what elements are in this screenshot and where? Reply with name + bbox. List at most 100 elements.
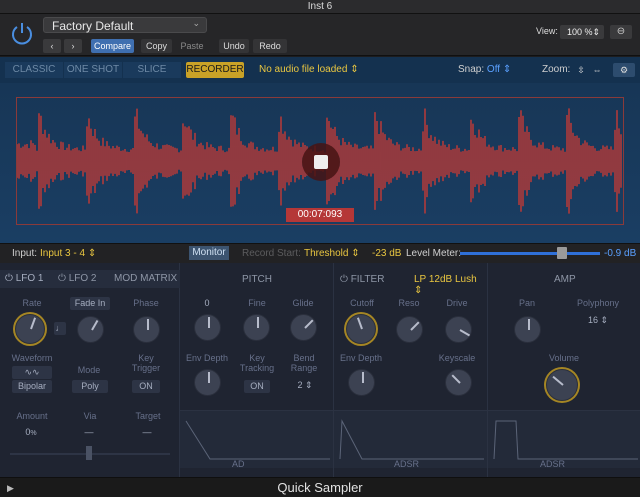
- bend-range-field[interactable]: 2 ⇕: [292, 380, 318, 391]
- level-meter-handle[interactable]: [557, 247, 567, 259]
- note-sync-icon[interactable]: ♩: [54, 322, 66, 335]
- key-trigger-label: Key Trigger: [131, 353, 161, 373]
- fine-label: Fine: [248, 298, 266, 308]
- prev-preset-button[interactable]: ‹: [43, 39, 61, 53]
- chevron-updown-icon: ⇕: [304, 380, 313, 390]
- chevron-right-icon: ›: [71, 41, 75, 51]
- bend-range-label: Bend Range: [290, 353, 318, 373]
- waveform-shape-select[interactable]: ∿∿: [12, 366, 52, 379]
- input-select[interactable]: Input 3 - 4 ⇕: [40, 248, 96, 259]
- filter-env-depth-label: Env Depth: [339, 353, 383, 363]
- zoom-vertical-icon[interactable]: ⇳: [575, 64, 587, 76]
- reso-knob[interactable]: [396, 316, 423, 343]
- mode-bar: CLASSIC ONE SHOT SLICE RECORDER No audio…: [0, 57, 640, 83]
- fine-knob[interactable]: [243, 314, 270, 341]
- next-preset-button[interactable]: ›: [64, 39, 82, 53]
- stop-record-button[interactable]: [302, 143, 340, 181]
- chevron-left-icon: ‹: [50, 41, 54, 51]
- amp-env-name: ADSR: [540, 459, 566, 469]
- pitch-env-depth-label: Env Depth: [185, 353, 229, 363]
- volume-label: Volume: [548, 353, 580, 363]
- tab-lfo-2[interactable]: ⏻ LFO 2: [58, 273, 97, 284]
- volume-knob[interactable]: [546, 369, 578, 401]
- window-title: Inst 6: [307, 1, 333, 12]
- preset-menu[interactable]: Factory Default ⌄: [43, 17, 207, 33]
- amp-envelope[interactable]: ADSR: [488, 410, 640, 469]
- view-zoom-value: 100 %: [567, 27, 593, 37]
- pitch-env-depth-knob[interactable]: [194, 369, 221, 396]
- rate-knob[interactable]: [15, 314, 45, 344]
- drive-knob[interactable]: [445, 316, 472, 343]
- via-select[interactable]: —: [74, 427, 104, 437]
- glide-knob[interactable]: [290, 314, 317, 341]
- audio-file-menu[interactable]: No audio file loaded ⇕: [259, 64, 359, 75]
- mode-recorder-button[interactable]: RECORDER: [186, 62, 244, 78]
- polyphony-value: 16: [587, 315, 598, 325]
- compare-button[interactable]: Compare: [91, 39, 134, 53]
- keyscale-knob[interactable]: [445, 369, 472, 396]
- preset-name: Factory Default: [52, 19, 134, 33]
- chevron-updown-icon: ⇕: [414, 285, 423, 296]
- glide-label: Glide: [292, 298, 314, 308]
- power-icon[interactable]: [9, 20, 35, 46]
- input-label: Input:: [12, 248, 38, 259]
- filter-envelope[interactable]: ADSR: [334, 410, 487, 469]
- tab-lfo-1-label: LFO 1: [15, 273, 44, 284]
- pan-knob[interactable]: [514, 316, 541, 343]
- filter-type-value: LP 12dB Lush: [414, 274, 477, 285]
- target-label: Target: [135, 411, 161, 421]
- link-icon[interactable]: ⊖: [610, 25, 632, 39]
- gear-icon[interactable]: ⚙: [613, 63, 635, 77]
- snap-label: Snap:: [458, 64, 485, 75]
- polyphony-field[interactable]: 16 ⇕: [584, 315, 612, 326]
- tab-lfo-2-label: LFO 2: [68, 273, 97, 284]
- stop-icon: [314, 155, 328, 169]
- mode-one-shot-button[interactable]: ONE SHOT: [64, 62, 122, 78]
- fade-in-knob[interactable]: [77, 316, 104, 343]
- reso-label: Reso: [398, 298, 420, 308]
- coarse-knob[interactable]: [194, 314, 221, 341]
- pitch-envelope[interactable]: AD: [180, 410, 333, 469]
- phase-knob[interactable]: [133, 316, 160, 343]
- lfo-panel: ⏻ LFO 1 ⏻ LFO 2 MOD MATRIX Rate Fade In …: [0, 263, 180, 478]
- chevron-updown-icon: ⇕: [502, 64, 512, 75]
- status-bar: ▶ Quick Sampler: [0, 477, 640, 497]
- threshold-db[interactable]: -23 dB: [372, 248, 401, 259]
- filter-env-depth-knob[interactable]: [348, 369, 375, 396]
- tab-lfo-1[interactable]: ⏻ LFO 1: [5, 273, 44, 284]
- key-tracking-toggle[interactable]: ON: [244, 380, 270, 393]
- snap-menu[interactable]: Snap: Off ⇕: [458, 64, 511, 75]
- zoom-label: Zoom:: [542, 64, 571, 75]
- view-zoom-select[interactable]: 100 % ⇕: [560, 25, 604, 39]
- waveform-polarity-select[interactable]: Bipolar: [12, 380, 52, 393]
- tab-mod-matrix[interactable]: MOD MATRIX: [114, 273, 177, 284]
- cutoff-label: Cutoff: [350, 298, 374, 308]
- paste-button[interactable]: Paste: [176, 39, 208, 53]
- record-start-select[interactable]: Threshold ⇕: [304, 248, 360, 259]
- copy-button[interactable]: Copy: [141, 39, 172, 53]
- mode-slice-button[interactable]: SLICE: [123, 62, 181, 78]
- power-small-icon: ⏻: [5, 273, 13, 284]
- amount-field[interactable]: 0%: [16, 427, 46, 437]
- amount-slider-handle[interactable]: [86, 446, 92, 460]
- monitor-button[interactable]: Monitor: [189, 246, 229, 260]
- filter-env-name: ADSR: [394, 459, 420, 469]
- chevron-updown-icon: ⇕: [600, 315, 609, 325]
- lfo-mode-select[interactable]: Poly: [72, 380, 108, 393]
- amount-label: Amount: [16, 411, 48, 421]
- filter-power-toggle[interactable]: ⏻ FILTER: [340, 274, 384, 285]
- target-select[interactable]: —: [132, 427, 162, 437]
- undo-button[interactable]: Undo: [219, 39, 249, 53]
- filter-title: FILTER: [350, 274, 385, 285]
- pan-label: Pan: [518, 298, 535, 308]
- level-meter-label: Level Meter:: [406, 248, 462, 259]
- filter-type-select[interactable]: LP 12dB Lush ⇕: [414, 274, 487, 296]
- keyscale-label: Keyscale: [438, 353, 476, 363]
- cutoff-knob[interactable]: [346, 314, 376, 344]
- power-small-icon: ⏻: [58, 273, 66, 284]
- key-trigger-toggle[interactable]: ON: [132, 380, 160, 393]
- mode-classic-button[interactable]: CLASSIC: [5, 62, 63, 78]
- zoom-horizontal-icon[interactable]: ⇔: [591, 64, 603, 76]
- redo-button[interactable]: Redo: [253, 39, 287, 53]
- key-tracking-label: Key Tracking: [239, 353, 275, 373]
